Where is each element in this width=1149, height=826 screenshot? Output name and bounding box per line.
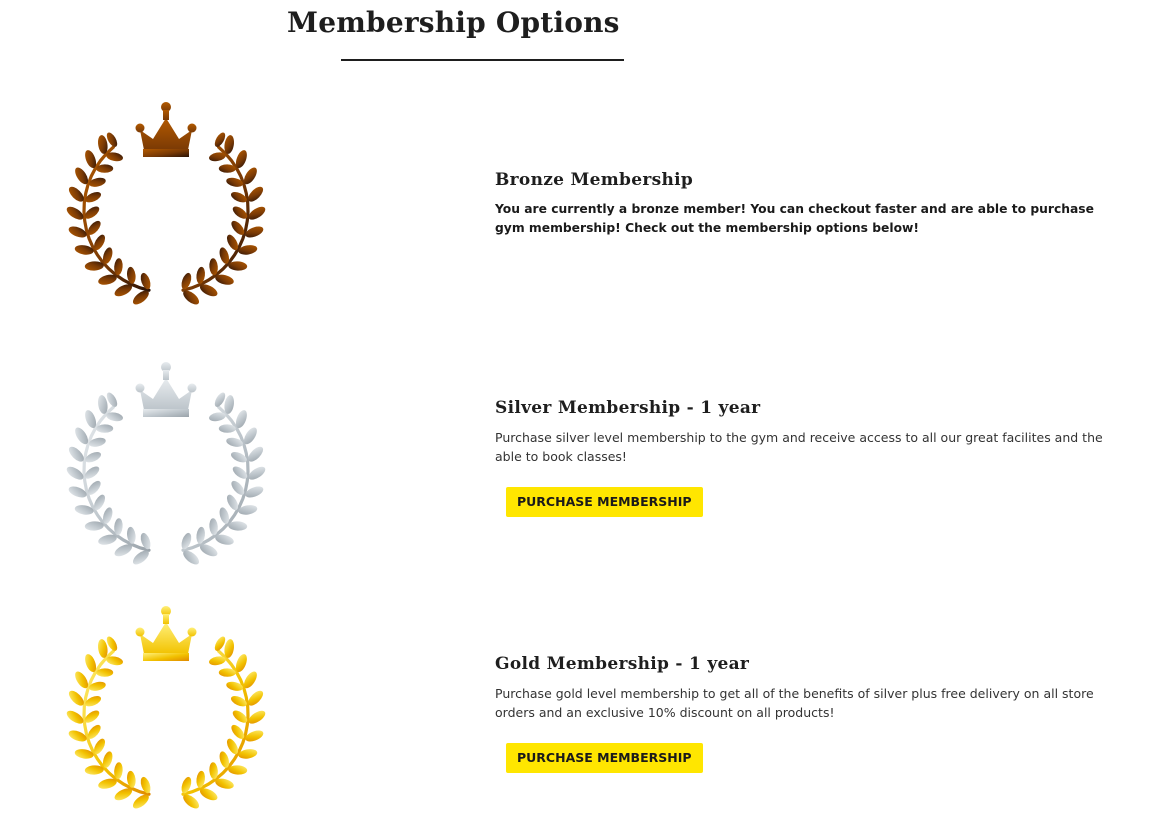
tier-bronze-heading: Bronze Membership: [495, 170, 694, 190]
tier-silver-info: Silver Membership - 1 year Purchase silv…: [495, 396, 1105, 517]
tier-bronze-description: You are currently a bronze member! You c…: [495, 202, 1094, 235]
purchase-silver-button[interactable]: PURCHASE MEMBERSHIP: [506, 487, 703, 517]
tier-gold: Gold Membership - 1 year Purchase gold l…: [0, 602, 1149, 826]
page-title: Membership Options: [287, 6, 620, 39]
tier-silver: Silver Membership - 1 year Purchase silv…: [0, 358, 1149, 568]
silver-laurel-crown-icon: [58, 358, 274, 570]
purchase-gold-button[interactable]: PURCHASE MEMBERSHIP: [506, 743, 703, 773]
tier-bronze: Bronze Membership You are currently a br…: [0, 98, 1149, 310]
tier-gold-heading: Gold Membership - 1 year: [495, 654, 750, 674]
laurel-wreath-graphic: [66, 362, 266, 565]
tier-bronze-info: Bronze Membership You are currently a br…: [495, 168, 1105, 238]
tier-silver-description: Purchase silver level membership to the …: [495, 430, 1103, 464]
tier-gold-info: Gold Membership - 1 year Purchase gold l…: [495, 652, 1105, 773]
gold-laurel-crown-icon: [58, 602, 274, 814]
bronze-laurel-crown-icon: [58, 98, 274, 310]
tier-silver-heading: Silver Membership - 1 year: [495, 398, 761, 418]
laurel-wreath-graphic: [66, 102, 266, 305]
tier-gold-description: Purchase gold level membership to get al…: [495, 686, 1094, 720]
title-divider: [341, 59, 624, 61]
laurel-wreath-graphic: [66, 606, 266, 809]
